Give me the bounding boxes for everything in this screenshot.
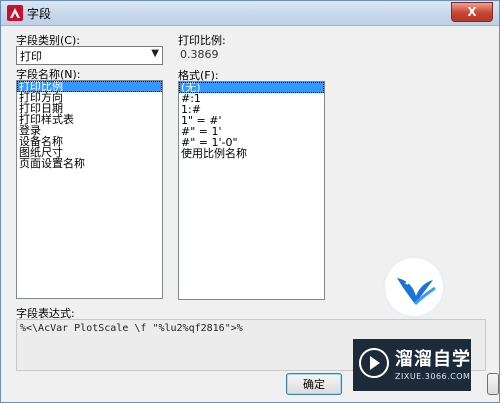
play-icon bbox=[359, 348, 389, 378]
format-item[interactable]: 使用比例名称 bbox=[179, 148, 324, 159]
field-category-value: 打印 bbox=[20, 50, 42, 63]
close-icon: X bbox=[467, 5, 477, 19]
plot-scale-label: 打印比例: bbox=[178, 34, 226, 47]
ok-button[interactable]: 确定 bbox=[286, 373, 342, 395]
autocad-app-icon bbox=[7, 5, 23, 21]
watermark-name: 溜溜自学 bbox=[395, 349, 471, 370]
cancel-button[interactable] bbox=[487, 373, 499, 395]
title-bar[interactable]: 字段 X bbox=[1, 1, 499, 26]
field-names-list[interactable]: 打印比例 打印方向 打印日期 打印样式表 登录 设备名称 图纸尺寸 页面设置名称 bbox=[16, 80, 163, 299]
watermark: 溜溜自学 ZIXUE.3066.COM bbox=[353, 339, 471, 391]
field-dialog: 字段 X 字段类别(C): 打印 ▼ 字段名称(N): 打印比例 打印方向 打印日期… bbox=[0, 0, 500, 403]
close-button[interactable]: X bbox=[451, 2, 493, 22]
format-list[interactable]: (无) #:1 1:# 1" = #' #" = 1' #" = 1'-0" 使用比例名称 bbox=[178, 81, 325, 300]
field-name-item[interactable]: 页面设置名称 bbox=[17, 158, 162, 169]
chevron-down-icon: ▼ bbox=[151, 48, 159, 59]
field-category-dropdown[interactable]: 打印 ▼ bbox=[16, 46, 163, 65]
expression-value: %<\AcVar PlotScale \f "%lu2%qf2816">% bbox=[20, 323, 243, 334]
bird-logo bbox=[385, 258, 443, 316]
plot-scale-value: 0.3869 bbox=[180, 48, 219, 61]
watermark-url: ZIXUE.3066.COM bbox=[395, 372, 471, 381]
window-title: 字段 bbox=[27, 7, 52, 21]
